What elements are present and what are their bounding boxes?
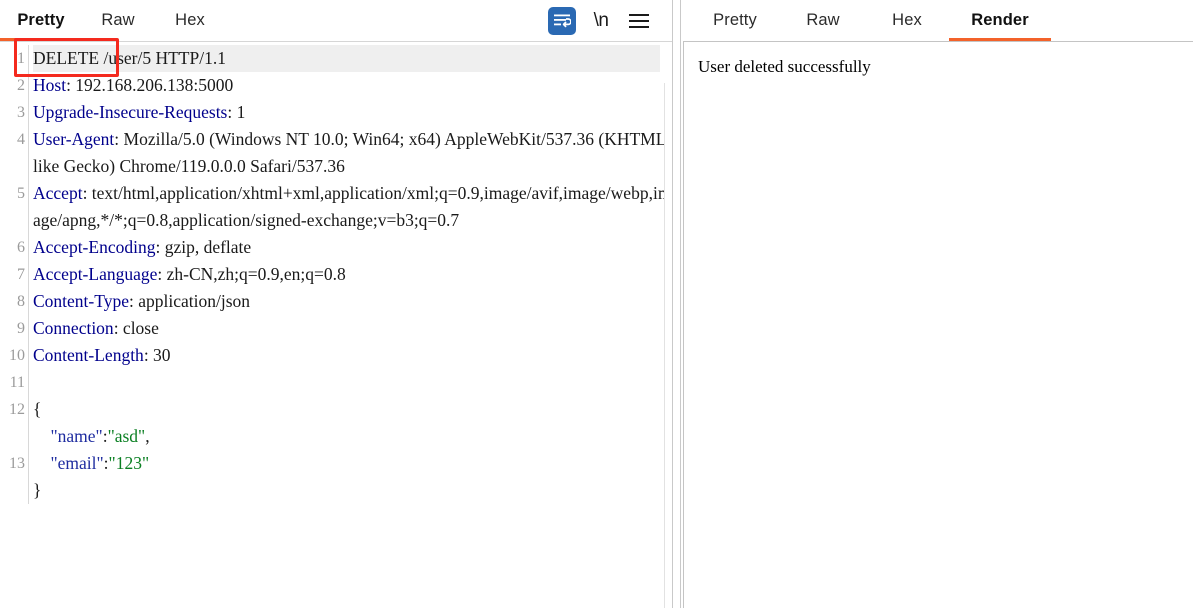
- tab-request-raw-label: Raw: [101, 11, 135, 29]
- line-number: 12: [9, 401, 25, 418]
- code-segment: Accept: [33, 183, 83, 203]
- request-code-line: Content-Type: application/json: [33, 288, 672, 315]
- code-segment: : application/json: [128, 291, 251, 311]
- tab-request-pretty-label: Pretty: [17, 11, 65, 29]
- response-panel: Pretty Raw Hex Render User deleted succe…: [681, 0, 1193, 608]
- code-segment: ,: [145, 426, 150, 446]
- tab-response-pretty[interactable]: Pretty: [689, 0, 781, 41]
- tab-response-render-label: Render: [971, 11, 1029, 29]
- code-segment: DELETE /user/5 HTTP/1.1: [33, 48, 226, 68]
- line-number: 6: [17, 239, 25, 256]
- request-code-line: {: [33, 396, 672, 423]
- code-segment: : 1: [227, 102, 246, 122]
- request-code-line: Host: 192.168.206.138:5000: [33, 72, 672, 99]
- tab-response-raw-label: Raw: [806, 11, 840, 29]
- code-segment: "name": [50, 426, 103, 446]
- request-code-line: [33, 369, 672, 396]
- rendered-response-body: User deleted successfully: [698, 57, 871, 76]
- tab-response-raw[interactable]: Raw: [781, 0, 865, 41]
- code-segment: "email": [50, 453, 104, 473]
- request-code-line: Accept-Encoding: gzip, deflate: [33, 234, 672, 261]
- tab-request-hex-label: Hex: [175, 11, 205, 29]
- code-segment: Accept-Encoding: [33, 237, 156, 257]
- tab-request-pretty[interactable]: Pretty: [0, 0, 82, 41]
- code-segment: Connection: [33, 318, 114, 338]
- line-number: 3: [17, 104, 25, 121]
- code-segment: : text/html,application/xhtml+xml,applic…: [33, 183, 672, 230]
- code-segment: : Mozilla/5.0 (Windows NT 10.0; Win64; x…: [33, 129, 671, 176]
- code-segment: "123": [108, 453, 150, 473]
- hamburger-menu-icon: [626, 7, 652, 35]
- line-number: 5: [17, 185, 25, 202]
- request-code-line: Accept-Language: zh-CN,zh;q=0.9,en;q=0.8: [33, 261, 672, 288]
- code-segment: Content-Type: [33, 291, 129, 311]
- newline-toggle-button[interactable]: \n: [588, 7, 614, 35]
- word-wrap-button[interactable]: [548, 6, 576, 35]
- code-segment: }: [33, 480, 42, 500]
- request-code-line: User-Agent: Mozilla/5.0 (Windows NT 10.0…: [33, 126, 672, 180]
- code-segment: Host: [33, 75, 67, 95]
- request-vertical-scrollbar[interactable]: [664, 83, 672, 608]
- request-menu-button[interactable]: [626, 7, 652, 35]
- line-number: 10: [9, 347, 25, 364]
- request-line-numbers: 1 2 3 4 5 6 7 8 9 10 11 12 13: [0, 45, 28, 504]
- tab-request-raw[interactable]: Raw: [82, 0, 154, 41]
- request-code-line: Connection: close: [33, 315, 672, 342]
- tab-request-hex[interactable]: Hex: [154, 0, 226, 41]
- line-number: 7: [17, 266, 25, 283]
- tab-response-render[interactable]: Render: [949, 0, 1051, 41]
- code-segment: Upgrade-Insecure-Requests: [33, 102, 228, 122]
- line-number: 2: [17, 77, 25, 94]
- line-number: 9: [17, 320, 25, 337]
- word-wrap-icon: [548, 6, 576, 35]
- line-number: 8: [17, 293, 25, 310]
- line-number: 1: [17, 50, 25, 67]
- request-code-line: Accept: text/html,application/xhtml+xml,…: [33, 180, 672, 234]
- code-segment: "asd": [107, 426, 146, 446]
- newline-icon: \n: [593, 9, 609, 31]
- request-code[interactable]: DELETE /user/5 HTTP/1.1 Host: 192.168.206…: [28, 45, 672, 504]
- line-number: 11: [9, 374, 25, 391]
- tab-response-pretty-label: Pretty: [713, 11, 757, 29]
- code-segment: : zh-CN,zh;q=0.9,en;q=0.8: [157, 264, 346, 284]
- line-number: 13: [9, 455, 25, 472]
- response-tabbar: Pretty Raw Hex Render: [681, 0, 1193, 41]
- line-number: 4: [17, 131, 25, 148]
- response-render-area: User deleted successfully: [683, 41, 1193, 608]
- request-toolbar: \n: [548, 6, 672, 35]
- code-segment: : gzip, deflate: [155, 237, 252, 257]
- code-segment: {: [33, 399, 42, 419]
- request-code-line: Content-Length: 30: [33, 342, 672, 369]
- panel-splitter[interactable]: [672, 0, 681, 608]
- tab-response-hex-label: Hex: [892, 11, 922, 29]
- tab-response-hex[interactable]: Hex: [865, 0, 949, 41]
- line-number: [0, 477, 25, 504]
- code-segment: : close: [113, 318, 159, 338]
- request-code-line: }: [33, 477, 672, 504]
- request-tabbar: Pretty Raw Hex \n: [0, 0, 672, 41]
- http-inspector-window: Pretty Raw Hex \n 1 2 3 4 5 6 7 8 9 10 1…: [0, 0, 1193, 608]
- code-segment: User-Agent: [33, 129, 115, 149]
- code-segment: : 192.168.206.138:5000: [66, 75, 234, 95]
- request-editor[interactable]: 1 2 3 4 5 6 7 8 9 10 11 12 13 DELETE /user/5 HTTP/1.…: [0, 41, 672, 608]
- code-segment: Content-Length: [33, 345, 144, 365]
- request-code-line: "name":"asd",: [33, 423, 672, 450]
- request-panel: Pretty Raw Hex \n 1 2 3 4 5 6 7 8 9 10 1…: [0, 0, 672, 608]
- request-code-line: "email":"123": [33, 450, 672, 477]
- request-code-line: Upgrade-Insecure-Requests: 1: [33, 99, 672, 126]
- line-number: [0, 423, 25, 450]
- code-segment: Accept-Language: [33, 264, 158, 284]
- request-code-line: DELETE /user/5 HTTP/1.1: [33, 45, 660, 72]
- code-segment: : 30: [143, 345, 171, 365]
